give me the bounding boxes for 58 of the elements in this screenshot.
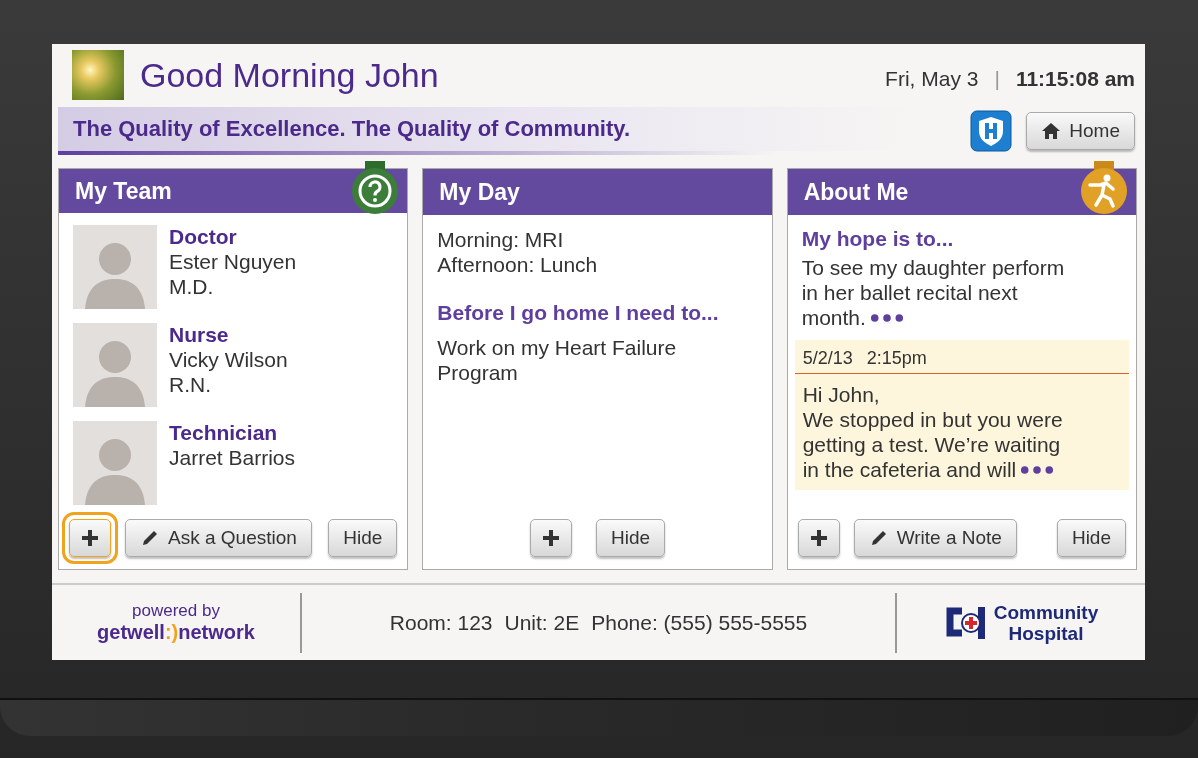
panel-title: About Me [803, 178, 909, 206]
write-button[interactable]: Write a Note [853, 519, 1017, 557]
staff-name: Vicky Wilson [169, 347, 288, 372]
plus-icon [808, 528, 829, 548]
schedule-item: Morning: MRI [437, 227, 565, 252]
hope-text: month. [801, 305, 866, 330]
pencil-icon [140, 528, 160, 548]
add-button[interactable] [529, 519, 572, 557]
staff-name: Jarret Barrios [169, 445, 296, 470]
more-icon[interactable] [1020, 464, 1055, 475]
hospital-name: Hospital [1008, 622, 1084, 644]
hope-text: To see my daughter perform [801, 255, 1065, 280]
room-text: Room: 123 [389, 610, 493, 635]
staff-credential: M.D. [169, 274, 215, 299]
smiley-text: :) [164, 621, 179, 643]
hide-button[interactable]: Hide [595, 519, 666, 557]
note-text: in the cafeteria and will [802, 457, 1017, 482]
help-icon[interactable] [351, 161, 400, 217]
photo-placeholder [72, 50, 124, 100]
staff-role: Nurse [169, 323, 230, 347]
plus-icon [540, 528, 561, 548]
tagline: The Quality of Excellence. The Quality of Community. [73, 116, 631, 142]
hospital-name: Community [993, 601, 1099, 623]
plus-icon [80, 528, 100, 548]
note-date: 5/2/13 [802, 348, 853, 369]
note-text: We stopped in but you were [802, 407, 1063, 432]
home-icon [1041, 122, 1062, 140]
goal-heading: Before I go home I need to... [437, 301, 720, 325]
unit-text: Unit: 2E [504, 610, 580, 635]
add-button[interactable] [797, 519, 840, 557]
brand-text: network [178, 621, 255, 643]
hope-heading: My hope is to... [801, 227, 955, 251]
date-text: Fri, May 3 [885, 67, 979, 91]
falling-person-icon[interactable] [1080, 161, 1128, 217]
separator: | [994, 67, 1000, 91]
staff-credential: R.N. [169, 372, 212, 397]
powered-by-text: powered by [132, 601, 220, 621]
staff-role: Doctor [169, 225, 238, 249]
hospital-shield-icon[interactable] [970, 110, 1013, 152]
write-button[interactable]: Ask a Question [125, 519, 312, 557]
more-icon[interactable] [869, 312, 904, 323]
greeting-title: Good Morning John [140, 55, 440, 95]
staff-name: Ester Nguyen [169, 249, 297, 274]
goal-text: Work on my Heart Failure Program [437, 335, 678, 385]
brand-text: getwell [97, 621, 165, 643]
staff-role: Technician [169, 421, 279, 445]
schedule-item: Afternoon: Lunch [437, 252, 599, 277]
note-time: 2:15pm [866, 348, 927, 369]
hide-button[interactable]: Hide [1056, 519, 1126, 557]
home-button[interactable]: Home [1026, 112, 1135, 150]
time-text: 11:15:08 am [1015, 67, 1135, 91]
panel-title: My Day [439, 178, 520, 206]
hide-button[interactable]: Hide [328, 519, 398, 557]
note-text: getting a test. We’re waiting [802, 432, 1061, 457]
note-text: Hi John, [802, 382, 880, 407]
panel-title: My Team [75, 177, 172, 205]
phone-text: Phone: (555) 555-5555 [591, 610, 808, 635]
hope-text: in her ballet recital next [801, 280, 1018, 305]
